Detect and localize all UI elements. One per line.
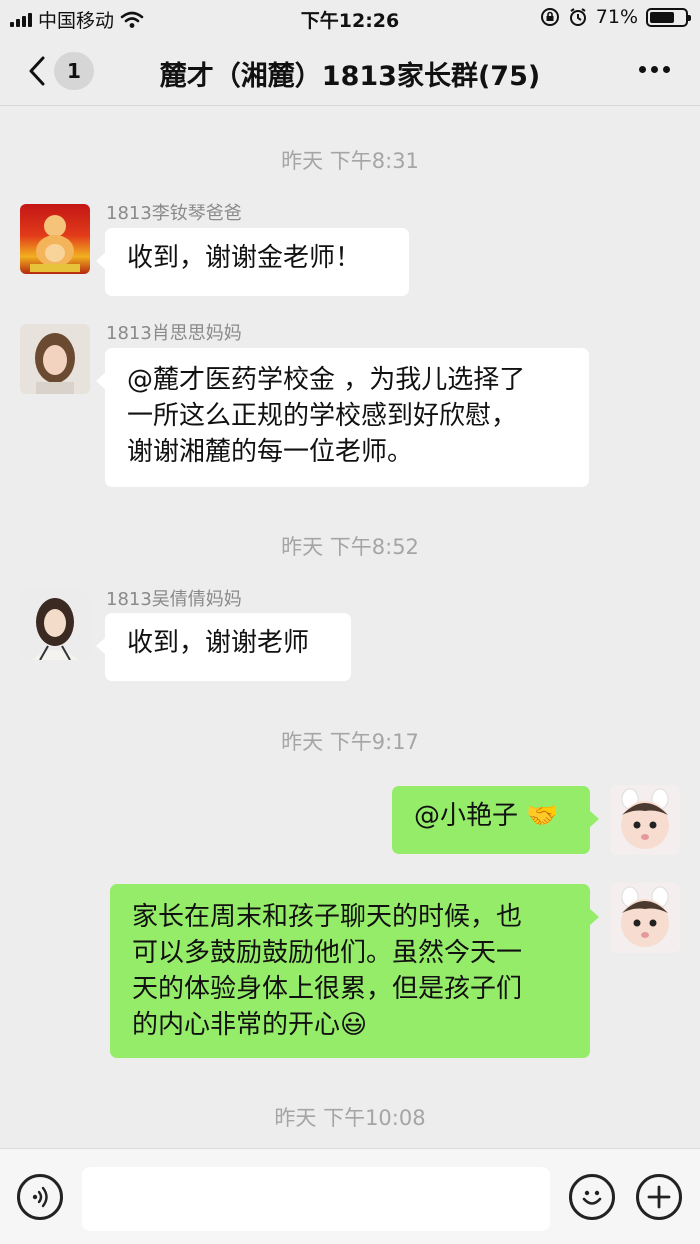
baby-figure [621,886,669,947]
sender-name: 1813肖思思妈妈 [106,323,242,344]
handshake-icon: 🤝 [526,801,559,831]
message-text: @小艳子 [414,801,527,831]
alarm-icon [569,8,586,26]
smiley-emoji-icon: 😃 [340,1010,368,1040]
message-input[interactable] [82,1167,550,1231]
sender-name: 1813吴倩倩妈妈 [106,589,242,610]
chat-header: 1 麓才（湘麓）1813家长群(75) [0,36,700,106]
baby-figure [621,788,669,849]
message-line: 的内心非常的开心 [132,1010,341,1040]
buddha-avatar-icon[interactable] [20,204,90,274]
chat-title: 麓才（湘麓）1813家长群(75) [159,61,541,92]
smiley-icon [582,1190,602,1205]
timestamp: 昨天 下午8:52 [281,535,419,559]
timestamp: 昨天 下午9:17 [281,730,419,754]
timestamp: 昨天 下午10:08 [274,1106,426,1130]
baby-avatar-icon[interactable] [610,785,680,855]
sender-name: 1813李钕琴爸爸 [106,203,242,224]
message-bubble[interactable]: @麓才医药学校金 ，为我儿选择了 一所这么正规的学校感到好欣慰， 谢谢湘麓的每一… [96,348,589,487]
message-line: 一所这么正规的学校感到好欣慰， [127,401,518,431]
status-bar: 中国移动 下午12:26 71% [0,0,700,36]
woman-figure [32,598,78,660]
message-text: 收到，谢谢金老师！ [127,243,362,273]
timestamp: 昨天 下午8:31 [281,149,419,173]
buddha-figure [30,215,80,272]
message-line: 谢谢湘麓的每一位老师。 [127,437,414,467]
status-right: 71% [540,6,691,28]
voice-button[interactable] [17,1174,63,1220]
message-line: @麓才医药学校金 ，为我儿选择了 [127,365,526,395]
message-text: 收到，谢谢老师 [127,628,310,658]
battery-percent: 71% [595,6,638,28]
message-line: 可以多鼓励鼓励他们。虽然今天一 [132,938,523,968]
unread-badge[interactable]: 1 [54,52,94,90]
message-line: 家长在周末和孩子聊天的时候，也 [132,902,523,932]
woman-avatar-icon[interactable] [20,590,90,660]
input-bar [0,1148,700,1244]
message-bubble[interactable]: 收到，谢谢老师 [96,613,351,681]
woman-avatar-icon[interactable] [20,324,90,394]
message-bubble[interactable]: 收到，谢谢金老师！ [96,228,409,296]
rotation-lock-icon [540,8,559,26]
message-bubble[interactable]: 家长在周末和孩子聊天的时候，也 可以多鼓励鼓励他们。虽然今天一 天的体验身体上很… [110,884,599,1058]
voice-icon [32,1186,48,1208]
battery-icon [646,7,691,27]
chevron-left-icon [29,56,45,86]
emoji-button[interactable] [569,1174,615,1220]
woman-figure [35,333,75,394]
plus-icon [647,1185,671,1209]
add-button[interactable] [636,1174,682,1220]
message-bubble[interactable]: @小艳子 🤝 [392,786,599,854]
message-line: 天的体验身体上很累，但是孩子们 [132,974,523,1004]
more-options-button[interactable] [639,66,670,73]
back-button[interactable] [22,54,52,88]
baby-avatar-icon[interactable] [610,883,680,953]
